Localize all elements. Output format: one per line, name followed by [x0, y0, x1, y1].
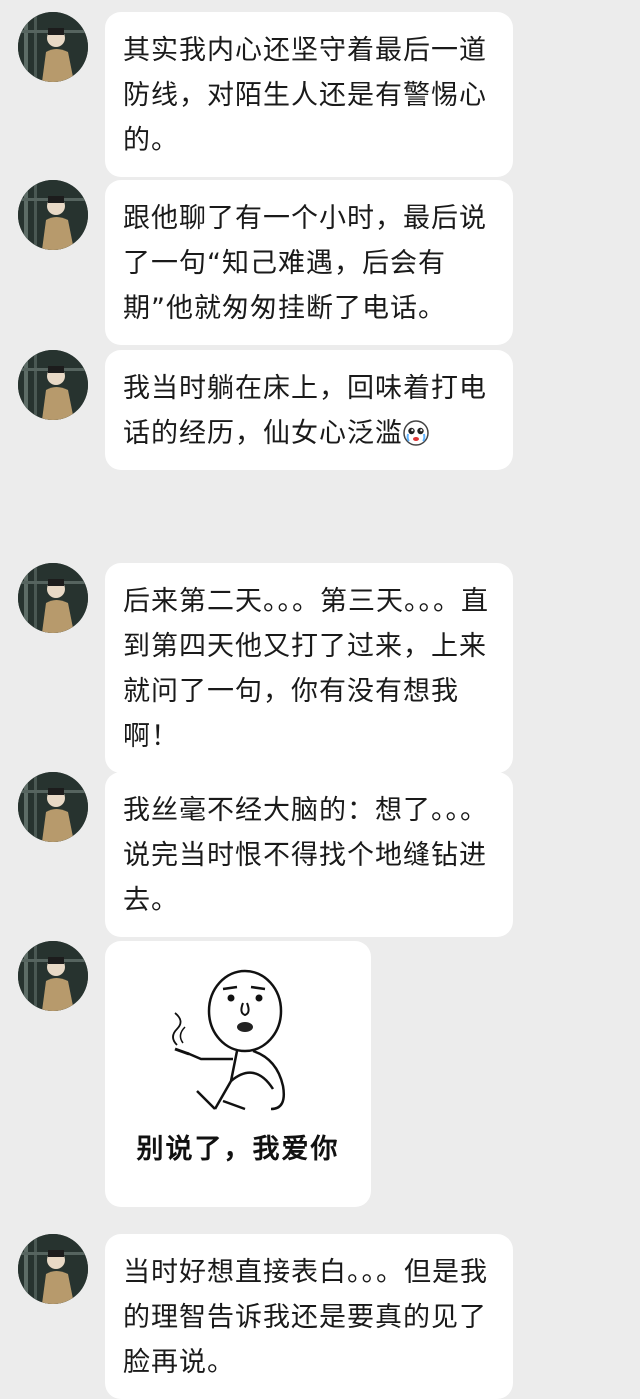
- sticker-caption: 别说了，我爱你: [136, 1134, 340, 1165]
- message-bubble[interactable]: 我丝毫不经大脑的：想了。。。说完当时恨不得找个地缝钻进去。: [105, 772, 513, 937]
- message-text: 我丝毫不经大脑的：想了。。。说完当时恨不得找个地缝钻进去。: [123, 795, 488, 916]
- message-text: 其实我内心还坚守着最后一道防线，对陌生人还是有警惕心的。: [123, 35, 487, 156]
- message-bubble[interactable]: 其实我内心还坚守着最后一道防线，对陌生人还是有警惕心的。: [105, 12, 513, 177]
- smoking-meme-figure-icon: [172, 969, 285, 1111]
- avatar[interactable]: [18, 772, 88, 842]
- avatar[interactable]: [18, 350, 88, 420]
- avatar[interactable]: [18, 12, 88, 82]
- message-bubble[interactable]: 我当时躺在床上，回味着打电话的经历，仙女心泛滥: [105, 350, 513, 470]
- message-text: 当时好想直接表白。。。但是我的理智告诉我还是要真的见了脸再说。: [123, 1257, 488, 1378]
- message-text: 跟他聊了有一个小时，最后说了一句“知己难遇，后会有期”他就匆匆挂断了电话。: [123, 203, 487, 324]
- sticker-bubble[interactable]: 别说了，我爱你: [105, 941, 371, 1207]
- message-bubble[interactable]: 后来第二天。。。第三天。。。直到第四天他又打了过来，上来就问了一句，你有没有想我…: [105, 563, 513, 773]
- avatar[interactable]: [18, 941, 88, 1011]
- message-text: 我当时躺在床上，回味着打电话的经历，仙女心泛滥: [123, 373, 487, 449]
- message-bubble[interactable]: 当时好想直接表白。。。但是我的理智告诉我还是要真的见了脸再说。: [105, 1234, 513, 1399]
- avatar[interactable]: [18, 563, 88, 633]
- crying-face-emoji-icon: [403, 415, 429, 446]
- message-bubble[interactable]: 跟他聊了有一个小时，最后说了一句“知己难遇，后会有期”他就匆匆挂断了电话。: [105, 180, 513, 345]
- avatar[interactable]: [18, 1234, 88, 1304]
- avatar[interactable]: [18, 180, 88, 250]
- message-text: 后来第二天。。。第三天。。。直到第四天他又打了过来，上来就问了一句，你有没有想我…: [123, 586, 489, 752]
